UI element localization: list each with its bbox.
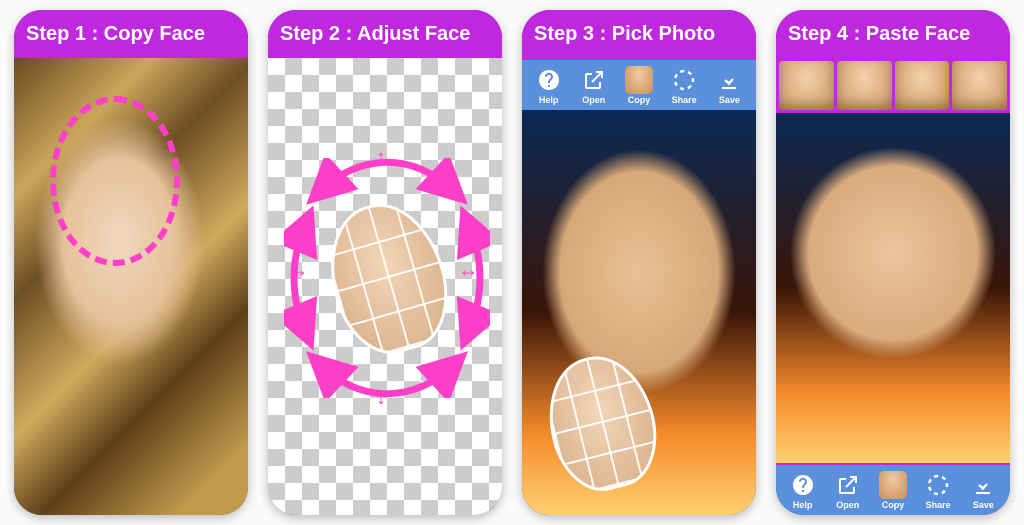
share-button[interactable]: Share — [666, 64, 702, 107]
save-label: Save — [973, 500, 994, 510]
face-selection-oval[interactable] — [50, 96, 180, 266]
copy-label: Copy — [882, 500, 905, 510]
step-3-banner: Step 3 : Pick Photo — [522, 10, 756, 58]
step-2-title: Step 2 : Adjust Face — [280, 23, 470, 46]
face-thumb-2[interactable] — [837, 61, 892, 110]
screenshot-row: Step 1 : Copy Face Step 2 : Adjust Face — [14, 10, 1010, 515]
resize-handle-e[interactable]: ↕ — [459, 268, 479, 278]
open-icon — [580, 66, 608, 94]
step-4-body: Help Open Copy Share — [776, 58, 1010, 515]
face-thumb-icon — [879, 471, 907, 499]
step-1-banner: Step 1 : Copy Face — [14, 10, 248, 58]
step-2-body: ↕ ↕ ↕ ↕ — [268, 58, 502, 515]
step-1-title: Step 1 : Copy Face — [26, 23, 205, 46]
open-icon — [834, 471, 862, 499]
share-label: Share — [672, 95, 697, 105]
open-button[interactable]: Open — [576, 64, 612, 107]
save-label: Save — [719, 95, 740, 105]
download-icon — [969, 471, 997, 499]
copy-button[interactable]: Copy — [875, 469, 911, 512]
step-3-title: Step 3 : Pick Photo — [534, 23, 715, 46]
save-button[interactable]: Save — [711, 64, 747, 107]
help-button[interactable]: Help — [785, 469, 821, 512]
share-button[interactable]: Share — [920, 469, 956, 512]
editor-toolbar-bottom: Help Open Copy Share — [776, 463, 1010, 515]
resize-handle-w[interactable]: ↕ — [289, 268, 309, 278]
step-4-panel: Step 4 : Paste Face Help — [776, 10, 1010, 515]
editor-toolbar-top: Help Open Copy Share — [522, 58, 756, 110]
step-4-banner: Step 4 : Paste Face — [776, 10, 1010, 58]
face-thumbnail-strip — [776, 58, 1010, 113]
face-thumb-icon — [625, 66, 653, 94]
face-thumb-3[interactable] — [895, 61, 950, 110]
download-icon — [715, 66, 743, 94]
help-label: Help — [539, 95, 559, 105]
step-4-title: Step 4 : Paste Face — [788, 23, 970, 46]
help-icon — [789, 471, 817, 499]
open-label: Open — [582, 95, 605, 105]
help-icon — [535, 66, 563, 94]
copy-label: Copy — [628, 95, 651, 105]
resize-handle-n[interactable]: ↕ — [376, 148, 386, 168]
step-3-body: Help Open Copy Share — [522, 58, 756, 515]
copy-button[interactable]: Copy — [621, 64, 657, 107]
step-3-panel: Step 3 : Pick Photo Help Open — [522, 10, 756, 515]
help-button[interactable]: Help — [531, 64, 567, 107]
face-thumb-4[interactable] — [952, 61, 1007, 110]
save-button[interactable]: Save — [965, 469, 1001, 512]
resize-handle-s[interactable]: ↕ — [376, 388, 386, 408]
step-1-body — [14, 58, 248, 515]
step-2-panel: Step 2 : Adjust Face — [268, 10, 502, 515]
share-icon — [924, 471, 952, 499]
share-icon — [670, 66, 698, 94]
open-label: Open — [836, 500, 859, 510]
step-2-banner: Step 2 : Adjust Face — [268, 10, 502, 58]
help-label: Help — [793, 500, 813, 510]
step-1-panel: Step 1 : Copy Face — [14, 10, 248, 515]
result-photo — [776, 113, 1010, 463]
share-label: Share — [926, 500, 951, 510]
open-button[interactable]: Open — [830, 469, 866, 512]
face-thumb-1[interactable] — [779, 61, 834, 110]
